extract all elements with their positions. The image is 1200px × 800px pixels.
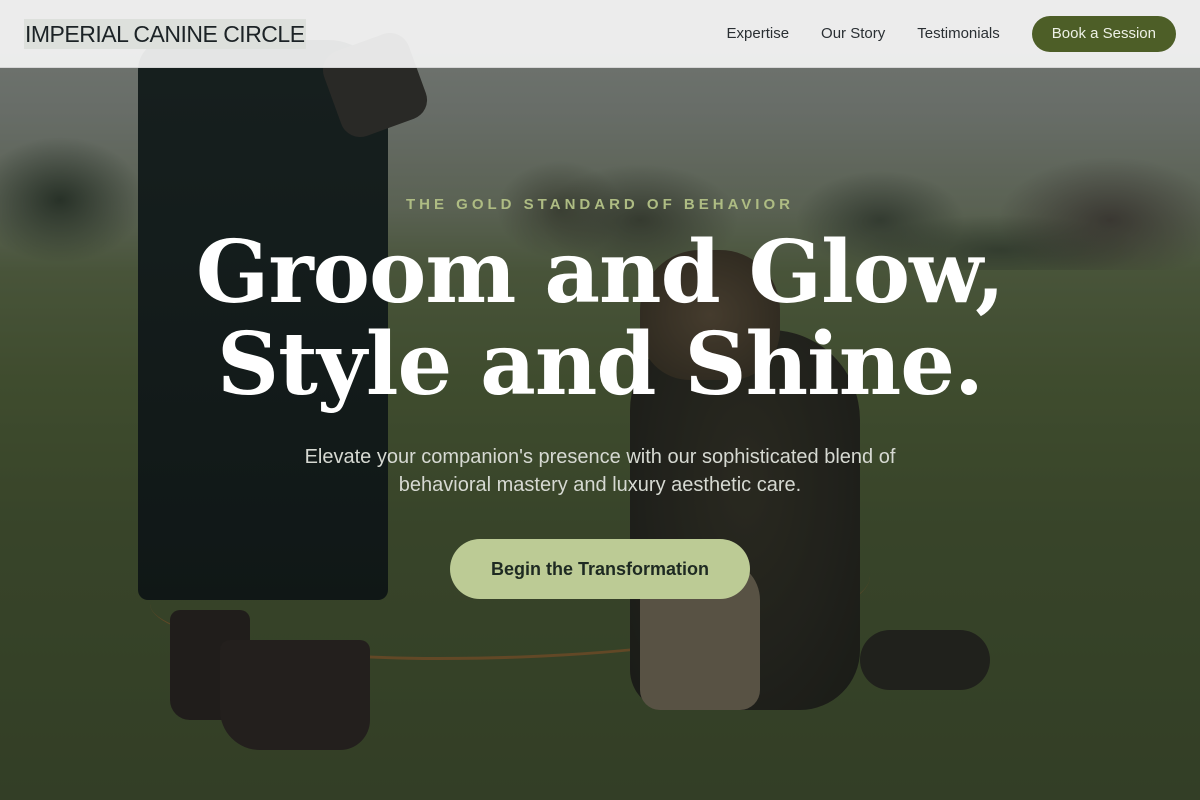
navbar: IMPERIAL CANINE CIRCLE Expertise Our Sto… <box>0 0 1200 68</box>
hero-eyebrow: THE GOLD STANDARD OF BEHAVIOR <box>406 196 794 213</box>
site-logo[interactable]: IMPERIAL CANINE CIRCLE <box>24 18 306 49</box>
hero-subtitle: Elevate your companion's presence with o… <box>304 446 896 496</box>
hero-headline-line-2: Style and Shine. <box>217 314 984 415</box>
begin-transformation-button[interactable]: Begin the Transformation <box>450 539 750 599</box>
book-session-button[interactable]: Book a Session <box>1031 15 1176 52</box>
hero-content: THE GOLD STANDARD OF BEHAVIOR Groom and … <box>0 196 1200 599</box>
nav-link-our-story[interactable]: Our Story <box>821 25 885 42</box>
hero-headline-line-1: Groom and Glow, <box>195 222 1005 323</box>
nav-link-testimonials[interactable]: Testimonials <box>917 25 1000 42</box>
nav-menu: Expertise Our Story Testimonials Book a … <box>727 15 1176 52</box>
hero-headline: Groom and Glow, Style and Shine. <box>195 222 1005 415</box>
nav-link-expertise[interactable]: Expertise <box>727 25 790 42</box>
